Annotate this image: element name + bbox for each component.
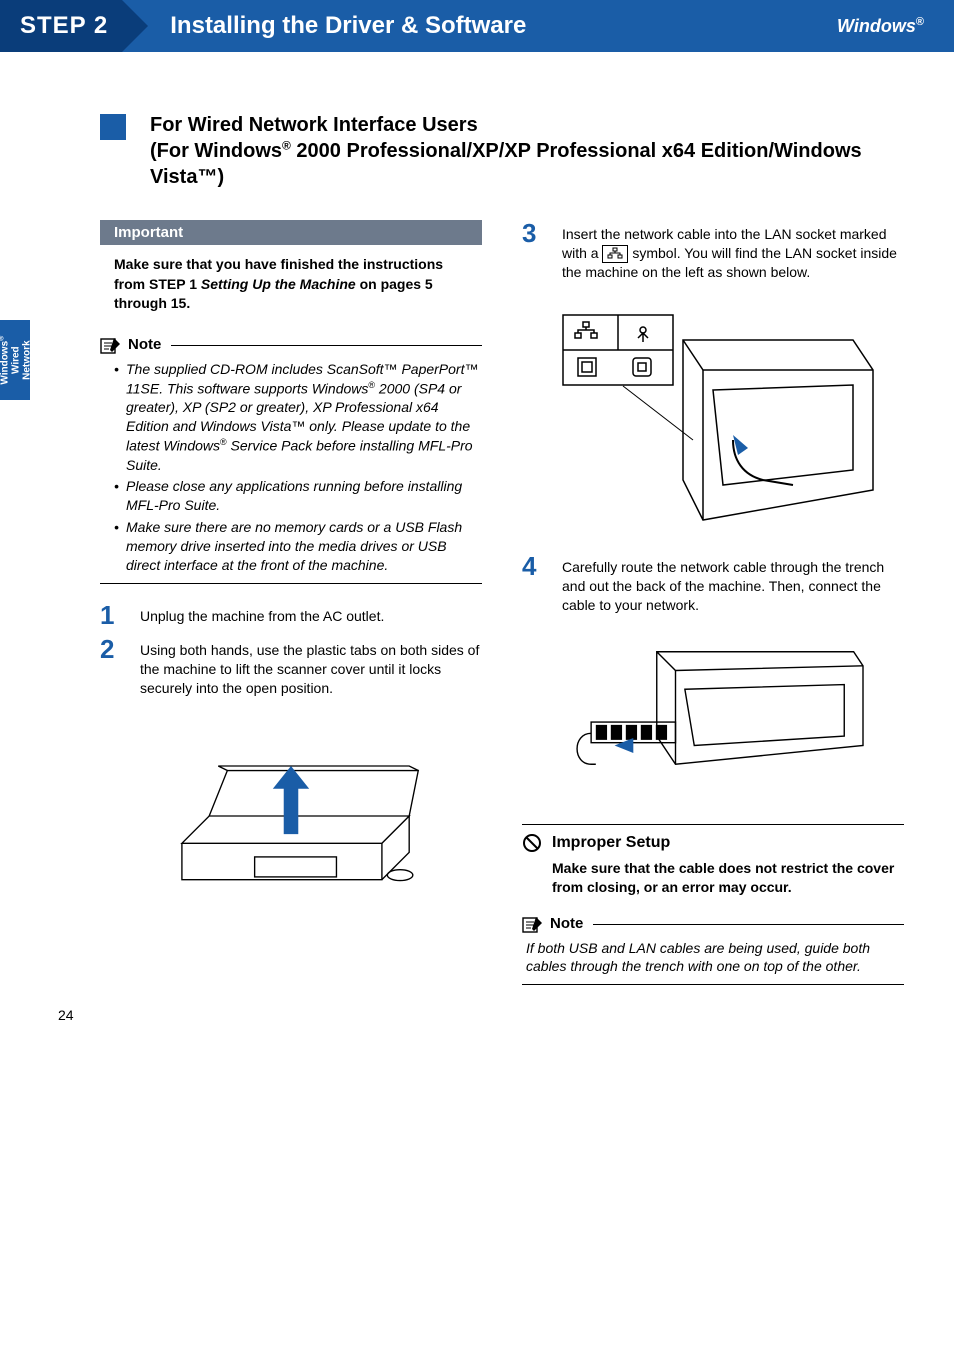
- step-number: 3: [522, 220, 562, 246]
- os-name: Windows: [837, 16, 916, 36]
- prohibit-icon: [522, 833, 542, 853]
- step-number: 2: [100, 636, 140, 662]
- step-text: Insert the network cable into the LAN so…: [562, 220, 904, 282]
- step-1: 1 Unplug the machine from the AC outlet.: [100, 602, 482, 628]
- page-number: 24: [58, 1007, 74, 1023]
- note-bullet: Make sure there are no memory cards or a…: [114, 518, 482, 575]
- step-2: 2 Using both hands, use the plastic tabs…: [100, 636, 482, 698]
- step-badge: STEP 2: [0, 0, 122, 52]
- lan-symbol-icon: [602, 245, 628, 263]
- note-rule: [593, 924, 904, 925]
- note-rule: [171, 345, 482, 346]
- step-number: 1: [100, 602, 140, 628]
- improper-setup-block: Improper Setup Make sure that the cable …: [522, 824, 904, 897]
- note-label: Note: [550, 915, 583, 932]
- step-text: Carefully route the network cable throug…: [562, 553, 904, 615]
- note-rule: [100, 583, 482, 584]
- left-column: Important Make sure that you have finish…: [100, 220, 482, 1003]
- improper-body: Make sure that the cable does not restri…: [522, 859, 904, 897]
- note-bullet: Please close any applications running be…: [114, 477, 482, 515]
- note-bullet: The supplied CD-ROM includes ScanSoft™ P…: [114, 360, 482, 475]
- step-4: 4 Carefully route the network cable thro…: [522, 553, 904, 615]
- note-body: If both USB and LAN cables are being use…: [522, 939, 904, 977]
- note-block-1: Note The supplied CD-ROM includes ScanSo…: [100, 336, 482, 584]
- step-label: STEP 2: [20, 12, 108, 40]
- note-label: Note: [128, 336, 161, 353]
- note-rule: [522, 984, 904, 985]
- note-block-2: Note If both USB and LAN cables are bein…: [522, 915, 904, 986]
- section-heading: For Wired Network Interface Users (For W…: [150, 112, 904, 190]
- step-text: Unplug the machine from the AC outlet.: [140, 602, 384, 626]
- lan-socket-illustration: [522, 300, 904, 530]
- pencil-note-icon: [100, 336, 122, 354]
- os-label: Windows®: [837, 16, 924, 37]
- note-bullets: The supplied CD-ROM includes ScanSoft™ P…: [104, 360, 482, 575]
- section-marker-icon: [100, 114, 126, 140]
- registered-icon: ®: [916, 16, 924, 28]
- step-number: 4: [522, 553, 562, 579]
- right-column: 3 Insert the network cable into the LAN …: [522, 220, 904, 1003]
- step-text: Using both hands, use the plastic tabs o…: [140, 636, 482, 698]
- scanner-open-illustration: [100, 716, 482, 916]
- pencil-note-icon: [522, 915, 544, 933]
- important-bar: Important: [100, 220, 482, 245]
- cable-route-illustration: [522, 633, 904, 783]
- header-bar: STEP 2 Installing the Driver & Software …: [0, 0, 954, 52]
- step-3: 3 Insert the network cable into the LAN …: [522, 220, 904, 282]
- important-body: Make sure that you have finished the ins…: [100, 255, 482, 314]
- improper-label: Improper Setup: [552, 834, 670, 852]
- section-intro: For Wired Network Interface Users (For W…: [100, 112, 904, 190]
- header-title: Installing the Driver & Software: [170, 12, 837, 40]
